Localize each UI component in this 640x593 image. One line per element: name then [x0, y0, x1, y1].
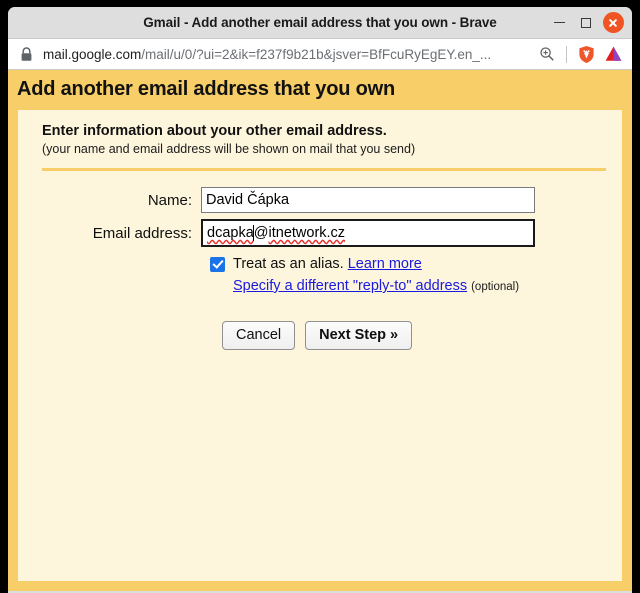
email-label: Email address:	[92, 224, 192, 242]
window-controls	[546, 7, 626, 38]
minimize-button[interactable]	[546, 10, 572, 36]
form-buttons: Cancel Next Step »	[42, 321, 610, 350]
email-input[interactable]: dcapka @ itnetwork.cz	[201, 219, 535, 247]
alias-row: Treat as an alias. Learn more	[42, 256, 610, 272]
email-form: Name: David Čápka Email address: dcapka @…	[42, 187, 610, 350]
page-title: Add another email address that you own	[17, 78, 396, 100]
page-header-band: Add another email address that you own	[8, 70, 632, 110]
horizontal-divider	[42, 168, 606, 171]
maximize-button[interactable]	[573, 10, 599, 36]
email-input-at-sign: @	[253, 225, 269, 241]
alias-label: Treat as an alias.	[233, 256, 344, 272]
alias-text: Treat as an alias. Learn more	[233, 256, 422, 272]
section-title: Enter information about your other email…	[42, 123, 387, 139]
name-input-value: David Čápka	[206, 192, 290, 208]
page-content: Add another email address that you own E…	[8, 70, 632, 591]
maximize-icon	[581, 17, 591, 28]
name-input[interactable]: David Čápka	[201, 187, 535, 213]
optional-label: (optional)	[471, 281, 520, 293]
close-icon	[602, 12, 624, 33]
toolbar-icons	[535, 42, 625, 66]
window-title: Gmail - Add another email address that y…	[143, 15, 497, 30]
next-step-button[interactable]: Next Step »	[305, 321, 413, 350]
url-path: /mail/u/0/?ui=2&ik=f237f9b21b&jsver=BfFc…	[141, 46, 492, 62]
name-label: Name:	[147, 191, 192, 209]
brave-shield-lion-icon[interactable]	[574, 42, 598, 66]
learn-more-link[interactable]: Learn more	[348, 256, 422, 272]
email-input-local-part: dcapka	[207, 225, 254, 241]
page-body: Enter information about your other email…	[18, 110, 622, 350]
email-input-domain: itnetwork.cz	[268, 225, 346, 241]
toolbar-separator	[566, 45, 567, 63]
browser-toolbar: mail.google.com/mail/u/0/?ui=2&ik=f237f9…	[8, 38, 632, 70]
cancel-button[interactable]: Cancel	[222, 321, 296, 350]
minimize-icon	[553, 21, 565, 24]
browser-window: Gmail - Add another email address that y…	[8, 7, 632, 593]
title-bar: Gmail - Add another email address that y…	[8, 7, 632, 38]
zoom-search-icon[interactable]	[535, 42, 559, 66]
close-button[interactable]	[600, 10, 626, 36]
lock-icon	[20, 46, 33, 62]
treat-as-alias-checkbox[interactable]	[210, 256, 225, 272]
url-bar[interactable]: mail.google.com/mail/u/0/?ui=2&ik=f237f9…	[43, 47, 535, 62]
replyto-row: Specify a different "reply-to" address (o…	[42, 277, 610, 295]
url-host: mail.google.com	[43, 46, 142, 62]
section-subtitle: (your name and email address will be sho…	[42, 142, 416, 156]
specify-reply-to-link[interactable]: Specify a different "reply-to" address	[233, 278, 467, 294]
brave-logo-icon[interactable]	[601, 42, 625, 66]
email-row: Email address: dcapka @ itnetwork.cz	[42, 219, 610, 247]
name-row: Name: David Čápka	[42, 187, 610, 213]
